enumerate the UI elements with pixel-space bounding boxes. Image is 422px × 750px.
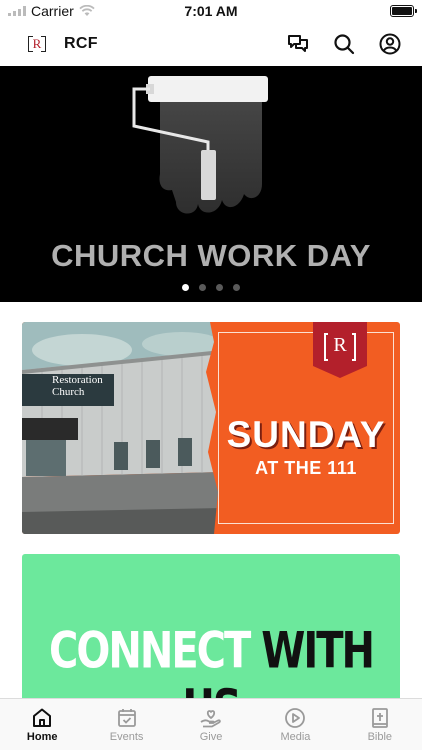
tab-give[interactable]: Give [169,699,253,750]
tab-label-home: Home [26,731,58,743]
tab-events[interactable]: Events [84,699,168,750]
carousel-dots[interactable] [0,284,422,291]
carousel-dot[interactable] [182,284,189,291]
hero-title: CHURCH WORK DAY [51,238,371,273]
give-icon [200,710,221,728]
app-header: R RCF [0,22,422,66]
connect-with-us-card[interactable]: CONNECT WITH US [22,554,400,704]
status-bar: Carrier 7:01 AM [0,0,422,22]
tab-media[interactable]: Media [253,699,337,750]
account-icon [379,33,401,55]
logo-letter: R [32,36,42,51]
tab-label-events: Events [109,731,144,743]
tab-label-bible: Bible [367,731,393,743]
church-logo[interactable]: R [28,35,46,53]
search-button[interactable] [328,28,360,60]
battery-icon [390,5,417,17]
search-icon [334,34,355,55]
carousel-dot[interactable] [233,284,240,291]
sign-line1: Restoration [52,374,103,386]
tab-label-give: Give [199,731,223,743]
messages-button[interactable] [282,28,314,60]
sign-text: Restoration Church [40,374,103,398]
sign-line2: Church [52,386,85,398]
connect-headline: CONNECT WITH US [22,623,400,705]
connect-word: CONNECT [49,622,251,681]
tab-home[interactable]: Home [0,699,84,750]
status-time: 7:01 AM [184,3,238,19]
paint-roller-illustration [132,76,268,214]
chat-icon [288,35,308,52]
tab-bible[interactable]: Bible [338,699,422,750]
carousel-dot[interactable] [199,284,206,291]
home-icon [33,708,52,727]
tab-bar: Home Events Give Media Bible [0,698,422,750]
tab-label-media: Media [280,731,311,743]
hero-carousel[interactable]: CHURCH WORK DAY [0,66,422,302]
play-icon [285,708,306,728]
app-title: RCF [64,35,98,52]
header-actions [282,28,406,60]
calendar-icon [117,709,136,727]
bible-icon [371,708,388,728]
profile-button[interactable] [374,28,406,60]
church-badge: R [313,322,367,378]
carousel-dot[interactable] [216,284,223,291]
church-building-photo [22,322,222,534]
badge-letter: R [333,334,347,356]
sunday-headline: SUNDAY [226,414,386,455]
sunday-at-111-card[interactable]: Restoration Church R SUNDAY AT THE 111 [22,322,400,534]
sunday-subline: AT THE 111 [255,458,357,478]
